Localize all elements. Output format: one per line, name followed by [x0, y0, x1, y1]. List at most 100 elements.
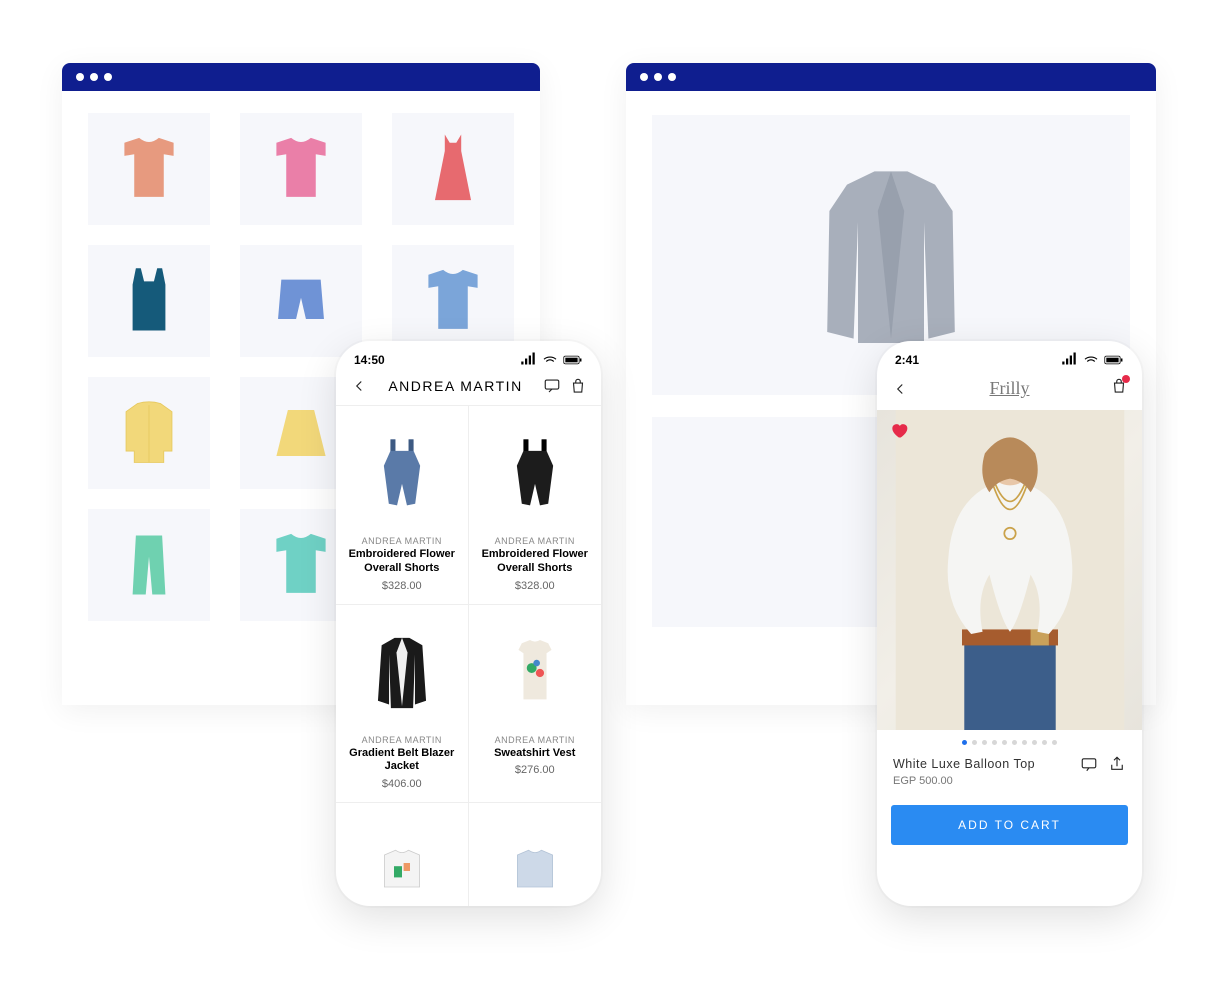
- status-time: 2:41: [895, 353, 919, 367]
- overalls-icon: [369, 424, 435, 524]
- product-price: $406.00: [342, 778, 462, 790]
- carousel-dot[interactable]: [1002, 740, 1007, 745]
- wifi-icon: [541, 351, 559, 369]
- product-hero-image[interactable]: [877, 410, 1142, 730]
- product-price: $328.00: [342, 580, 462, 592]
- product-card[interactable]: ANDREA MARTIN Embroidered Flower Overall…: [469, 406, 602, 605]
- carousel-dot[interactable]: [1052, 740, 1057, 745]
- product-price: $328.00: [475, 580, 596, 592]
- back-icon[interactable]: [891, 380, 909, 398]
- vest-icon: [502, 625, 568, 721]
- browser-titlebar: [62, 63, 540, 91]
- grid-tile-tshirt[interactable]: [88, 113, 210, 225]
- hero-illustration: [890, 410, 1130, 730]
- product-name: Gradient Belt Blazer Jacket: [346, 747, 458, 775]
- product-image: [475, 615, 596, 731]
- product-image: [342, 813, 462, 906]
- product-brand: ANDREA MARTIN: [475, 735, 596, 745]
- product-image: [342, 416, 462, 532]
- window-dot: [90, 73, 98, 81]
- grid-tile-jacket[interactable]: [88, 377, 210, 489]
- tshirt-icon: [260, 524, 342, 606]
- wifi-icon: [1082, 351, 1100, 369]
- product-price: EGP 500.00: [877, 775, 1142, 797]
- product-name: Embroidered Flower Overall Shorts: [479, 548, 592, 576]
- carousel-dot[interactable]: [1022, 740, 1027, 745]
- grid-tile-pants[interactable]: [88, 509, 210, 621]
- product-card[interactable]: [469, 803, 602, 906]
- phone-title: Frilly: [989, 378, 1029, 399]
- grid-tile-tank[interactable]: [88, 245, 210, 357]
- phone-mockup-right: 2:41 Frilly: [877, 341, 1142, 906]
- phone-notch: [950, 341, 1070, 363]
- back-icon[interactable]: [350, 377, 368, 395]
- carousel-dots[interactable]: [877, 730, 1142, 749]
- grid-tile-tshirt[interactable]: [240, 113, 362, 225]
- product-list[interactable]: ANDREA MARTIN Embroidered Flower Overall…: [336, 405, 601, 906]
- product-name: Embroidered Flower Overall Shorts: [346, 548, 458, 576]
- chat-icon[interactable]: [1080, 755, 1098, 773]
- product-brand: ANDREA MARTIN: [342, 735, 462, 745]
- pants-icon: [108, 524, 190, 606]
- phone-mockup-left: 14:50 ANDREA MARTIN ANDREA MARTIN Embroi…: [336, 341, 601, 906]
- window-dot: [668, 73, 676, 81]
- product-card[interactable]: ANDREA MARTIN Gradient Belt Blazer Jacke…: [336, 605, 469, 804]
- badge-dot: [1122, 375, 1130, 383]
- product-brand: ANDREA MARTIN: [475, 536, 596, 546]
- dress-icon: [412, 128, 494, 210]
- carousel-dot[interactable]: [972, 740, 977, 745]
- product-title: White Luxe Balloon Top: [893, 757, 1035, 771]
- phone-notch: [409, 341, 529, 363]
- tile-empty: [652, 417, 880, 627]
- browser-titlebar: [626, 63, 1156, 91]
- jacket-icon: [108, 392, 190, 474]
- carousel-dot[interactable]: [1032, 740, 1037, 745]
- carousel-dot[interactable]: [982, 740, 987, 745]
- product-image: [475, 813, 596, 906]
- carousel-dot[interactable]: [1042, 740, 1047, 745]
- window-dot: [104, 73, 112, 81]
- bag-icon[interactable]: [569, 377, 587, 395]
- grid-tile-dress[interactable]: [392, 113, 514, 225]
- battery-icon: [563, 355, 583, 365]
- product-name: Sweatshirt Vest: [479, 747, 592, 761]
- status-time: 14:50: [354, 353, 385, 367]
- chat-icon[interactable]: [543, 377, 561, 395]
- share-icon[interactable]: [1108, 755, 1126, 773]
- tshirt-icon: [108, 128, 190, 210]
- product-image: [342, 615, 462, 731]
- skirt-icon: [260, 392, 342, 474]
- product-brand: ANDREA MARTIN: [342, 536, 462, 546]
- tshirt-icon: [260, 128, 342, 210]
- bag-icon-with-badge[interactable]: [1110, 377, 1128, 400]
- status-icons: [1060, 351, 1124, 369]
- product-card[interactable]: ANDREA MARTIN Sweatshirt Vest $276.00: [469, 605, 602, 804]
- tank-icon: [108, 260, 190, 342]
- heart-icon[interactable]: [889, 420, 909, 440]
- product-title-row: White Luxe Balloon Top: [877, 749, 1142, 775]
- carousel-dot[interactable]: [1012, 740, 1017, 745]
- tshirt-icon: [412, 260, 494, 342]
- status-icons: [519, 351, 583, 369]
- shirt-icon: [499, 847, 571, 895]
- window-dot: [76, 73, 84, 81]
- product-image: [475, 416, 596, 532]
- phone-title: ANDREA MARTIN: [388, 378, 522, 394]
- shirt-icon: [366, 847, 438, 895]
- carousel-dot[interactable]: [962, 740, 967, 745]
- product-price: $276.00: [475, 764, 596, 776]
- product-card[interactable]: [336, 803, 469, 906]
- phone-header: Frilly: [877, 371, 1142, 410]
- product-card[interactable]: ANDREA MARTIN Embroidered Flower Overall…: [336, 406, 469, 605]
- blazer-icon: [781, 145, 1001, 365]
- grid-tile-shorts[interactable]: [240, 245, 362, 357]
- overalls-icon: [502, 424, 568, 524]
- window-dot: [654, 73, 662, 81]
- shorts-icon: [260, 260, 342, 342]
- battery-icon: [1104, 355, 1124, 365]
- phone-header: ANDREA MARTIN: [336, 371, 601, 405]
- blazer-icon: [365, 623, 439, 723]
- carousel-dot[interactable]: [992, 740, 997, 745]
- window-dot: [640, 73, 648, 81]
- add-to-cart-button[interactable]: ADD TO CART: [891, 805, 1128, 845]
